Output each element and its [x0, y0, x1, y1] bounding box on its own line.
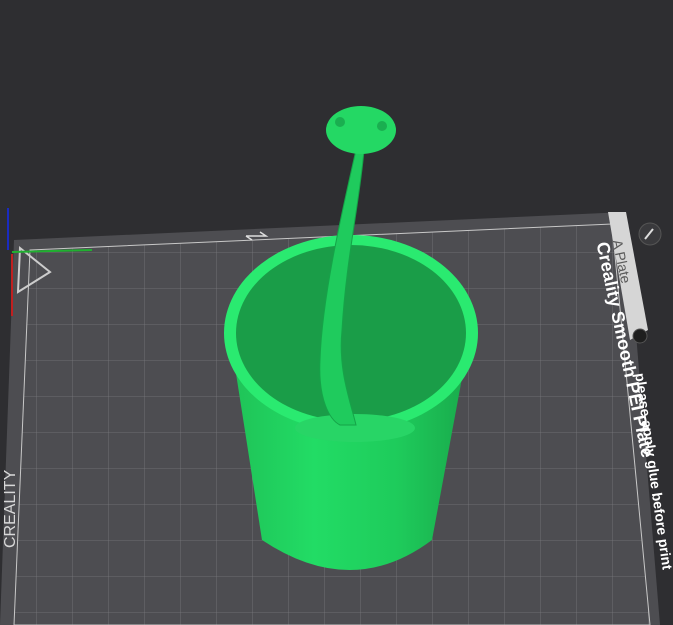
pencil-icon[interactable]	[638, 222, 662, 246]
scene	[0, 106, 662, 625]
lock-icon[interactable]	[632, 328, 648, 344]
3d-viewport[interactable]: A Plate Creality Smooth PEI Plate please…	[0, 0, 673, 625]
creality-logo: CREALITY	[2, 469, 19, 548]
